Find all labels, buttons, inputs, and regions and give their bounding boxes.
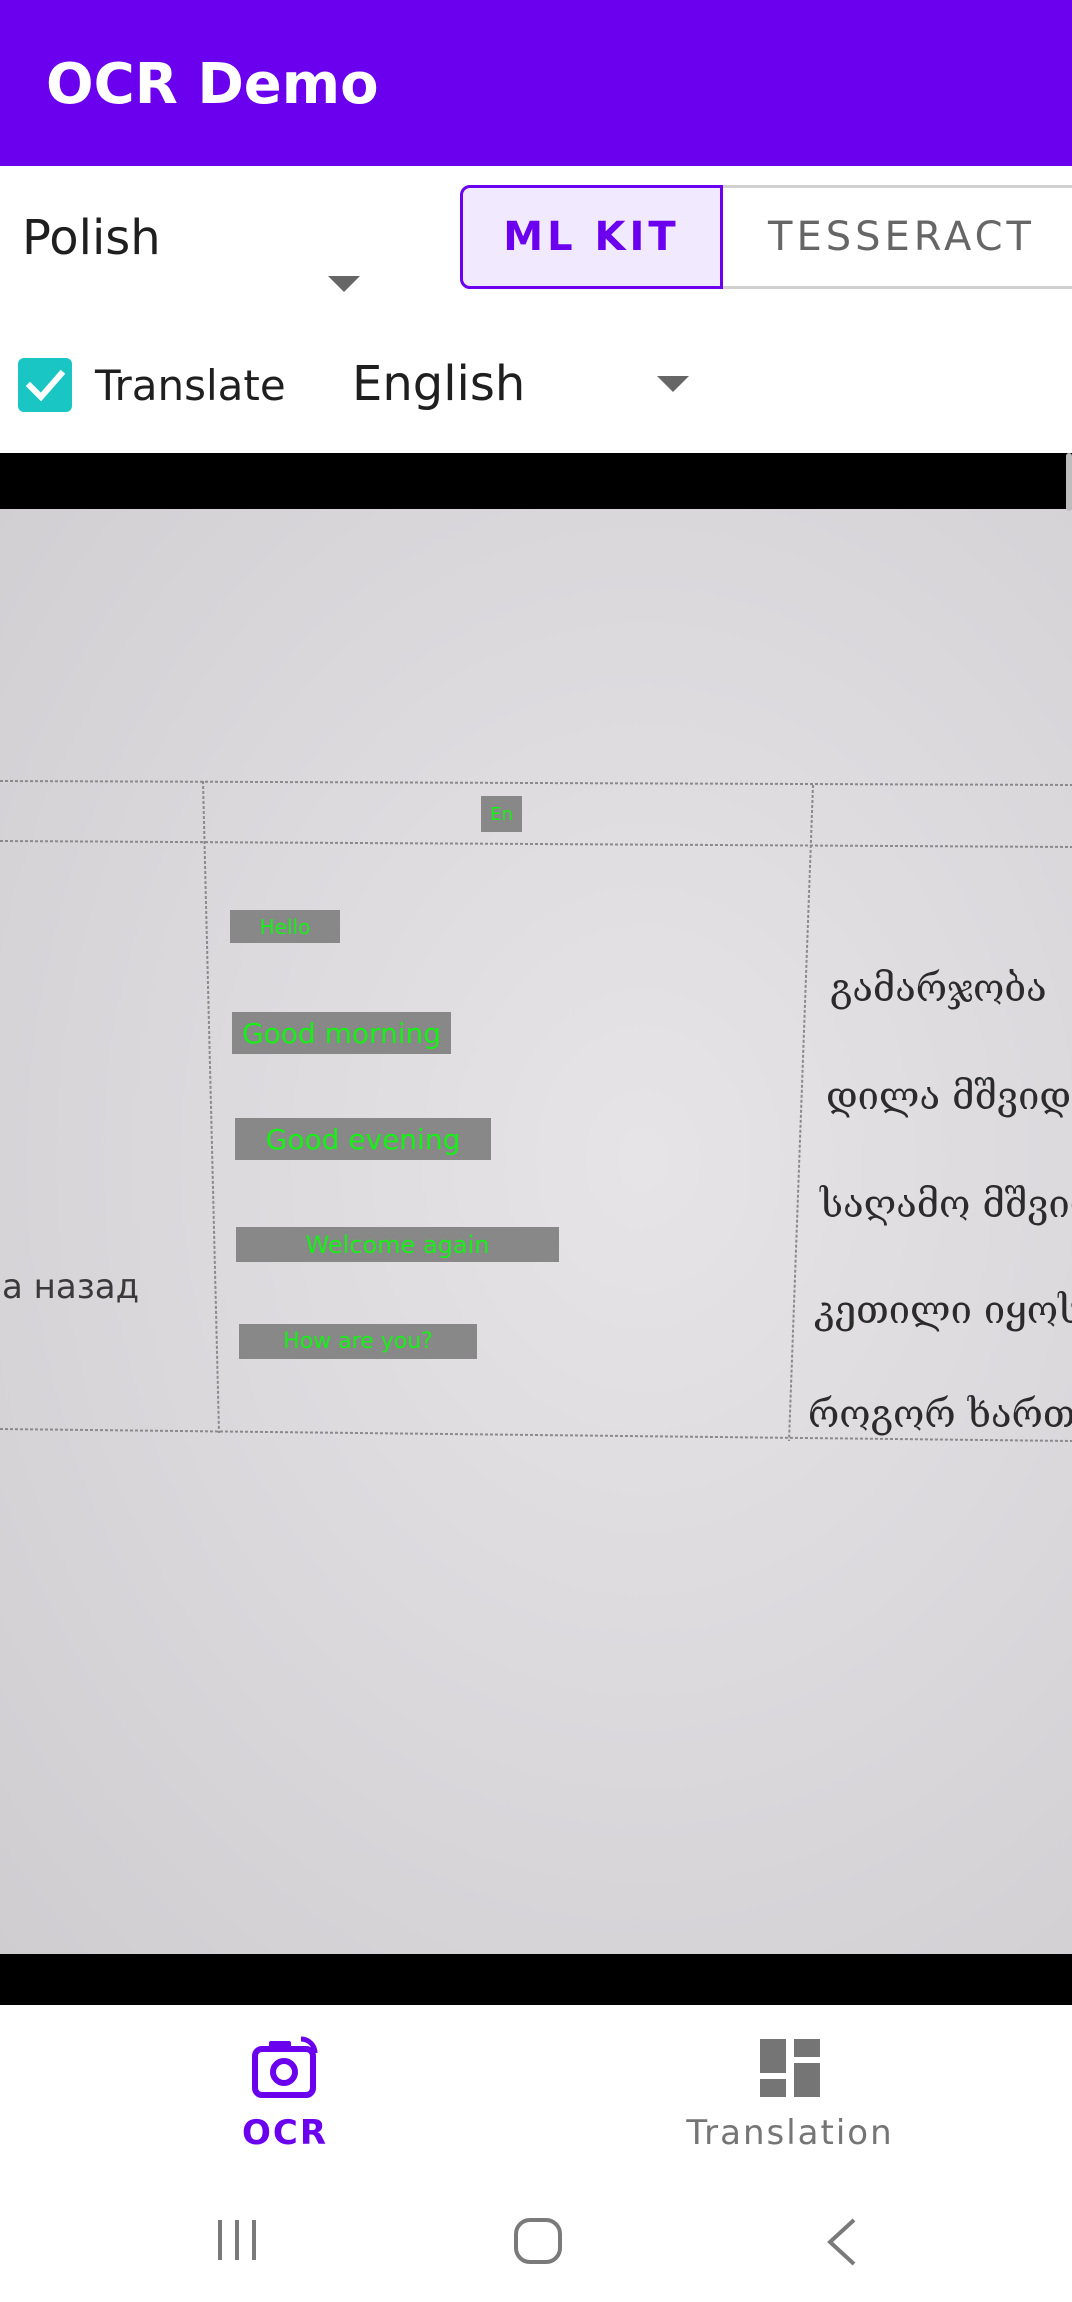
ocr-overlay: Good evening [235, 1118, 491, 1160]
georgian-text: გამარჯობა [830, 966, 1047, 1010]
ocr-overlay: Welcome again [236, 1227, 559, 1262]
left-cell-text: а назад [2, 1267, 139, 1307]
source-language-value: Polish [22, 210, 161, 266]
target-language-value: English [352, 356, 526, 412]
camera-icon [252, 2036, 318, 2098]
check-icon [25, 369, 66, 402]
camera-preview[interactable]: а назад გამარჯობა დილა მშვიდ საღამო მშვი… [0, 453, 1072, 2005]
georgian-text: დილა მშვიდ [826, 1074, 1071, 1118]
georgian-text: საღამო მშვიდ [819, 1182, 1072, 1226]
georgian-text: როგორ ხართ? [808, 1392, 1072, 1436]
engine-mlkit-button[interactable]: ML KIT [460, 185, 723, 289]
nav-label-translation: Translation [686, 2113, 894, 2153]
dropdown-arrow-icon [328, 276, 360, 292]
back-icon[interactable] [822, 2216, 862, 2268]
dashboard-icon [760, 2039, 820, 2097]
source-language-dropdown[interactable]: Polish [22, 210, 362, 292]
engine-tesseract-button[interactable]: TESSERACT [723, 185, 1072, 289]
home-icon[interactable] [512, 2216, 566, 2266]
nav-item-ocr[interactable]: OCR [0, 2005, 570, 2172]
translate-checkbox[interactable] [18, 358, 72, 412]
ocr-overlay: Good morning [232, 1012, 451, 1054]
translate-label: Translate [95, 361, 286, 410]
ocr-overlay: En [481, 796, 522, 832]
app-title: OCR Demo [46, 52, 379, 117]
ocr-overlay: How are you? [239, 1324, 477, 1359]
ocr-overlay: Hello [230, 910, 340, 943]
system-navigation-bar [0, 2172, 1072, 2302]
translate-row: Translate English [0, 311, 1072, 453]
georgian-text: კეთილი იყოს [814, 1288, 1072, 1332]
nav-item-translation[interactable]: Translation [540, 2005, 1040, 2172]
nav-label-ocr: OCR [241, 2113, 329, 2153]
bottom-navigation: OCR Translation [0, 2005, 1072, 2172]
scrollbar[interactable] [1066, 453, 1072, 511]
recents-icon[interactable] [212, 2216, 262, 2264]
captured-photo: а назад გამარჯობა დილა მშვიდ საღამო მშვი… [0, 509, 1072, 1954]
dropdown-arrow-icon [657, 376, 689, 392]
app-bar: OCR Demo [0, 0, 1072, 166]
target-language-dropdown[interactable]: English [352, 356, 692, 420]
